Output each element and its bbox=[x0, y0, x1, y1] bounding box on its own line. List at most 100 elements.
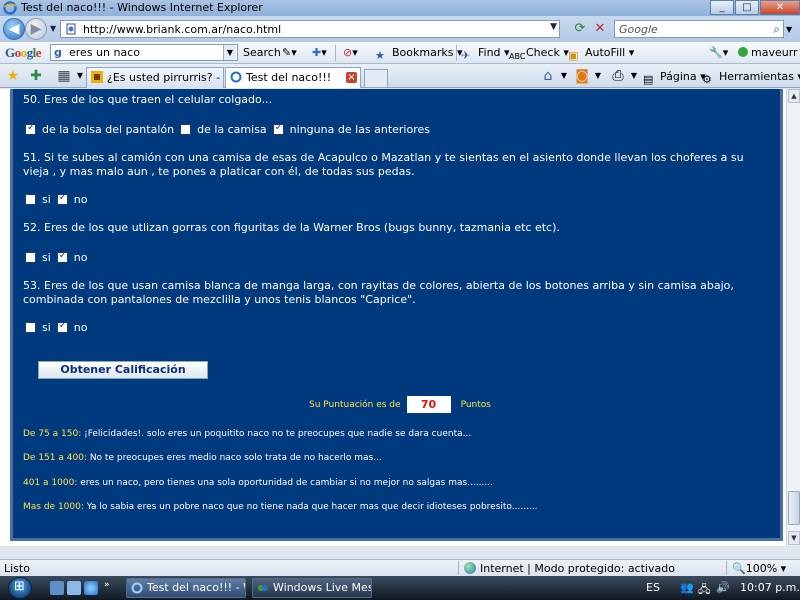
close-tab-icon[interactable]: × bbox=[346, 72, 357, 83]
q53-no-checkbox[interactable] bbox=[56, 320, 68, 333]
clock[interactable]: 10:07 p.m. bbox=[740, 581, 800, 594]
google-logo[interactable]: Google bbox=[5, 45, 42, 61]
search-icon[interactable]: ⌕ bbox=[773, 22, 780, 37]
back-arrow-icon: ◀ bbox=[8, 21, 20, 37]
q51-si-checkbox[interactable] bbox=[25, 194, 36, 205]
zoom-control[interactable]: 🔍100% ▾ bbox=[732, 562, 786, 575]
ie-quicklaunch-icon[interactable] bbox=[84, 581, 98, 595]
tools-menu[interactable]: ⚙Herramientas ▾ bbox=[702, 69, 800, 86]
close-window-button[interactable]: ✕ bbox=[760, 0, 800, 15]
language-indicator[interactable]: ES bbox=[646, 581, 660, 594]
find-icon: ✈ bbox=[461, 49, 471, 62]
address-bar-row: ◀ ▶ ▼ http://www.briank.com.ar/naco.html… bbox=[0, 16, 800, 42]
address-url: http://www.briank.com.ar/naco.html bbox=[83, 23, 282, 36]
volume-tray-icon[interactable]: 🔊 bbox=[716, 581, 730, 594]
show-desktop-icon[interactable] bbox=[50, 581, 64, 595]
feeds-dropdown-icon[interactable]: ▼ bbox=[590, 68, 606, 84]
stop-icon[interactable]: ✕ bbox=[592, 21, 608, 37]
question-50-options: de la bolsa del pantalón de la camisa ni… bbox=[25, 122, 436, 136]
q50-option-pantalon-checkbox[interactable] bbox=[25, 122, 36, 135]
q51-no-checkbox[interactable] bbox=[56, 192, 68, 205]
history-dropdown-icon[interactable]: ▼ bbox=[50, 24, 56, 33]
search-placeholder: Google bbox=[619, 23, 658, 36]
new-tab-button[interactable] bbox=[364, 69, 388, 87]
back-button[interactable]: ◀ bbox=[3, 18, 25, 40]
account-button[interactable]: maveurr ▾ bbox=[738, 45, 800, 61]
vertical-scrollbar[interactable]: ▲ ▼ bbox=[786, 89, 800, 546]
q53-si-checkbox[interactable] bbox=[25, 322, 36, 333]
spellcheck-button[interactable]: ABCCheck ▾ bbox=[509, 45, 569, 61]
switch-windows-icon[interactable] bbox=[67, 581, 81, 595]
minimize-button[interactable]: _ bbox=[710, 0, 734, 15]
ie-task-icon bbox=[131, 582, 143, 594]
page-viewport: 50. Eres de los que traen el celular col… bbox=[0, 89, 786, 546]
print-icon[interactable]: ⎙ bbox=[610, 68, 626, 84]
q50-option-camisa-checkbox[interactable] bbox=[180, 124, 192, 135]
question-51-options: si no bbox=[25, 192, 94, 206]
address-dropdown-icon[interactable]: ▼ bbox=[550, 22, 557, 32]
google-search-dropdown-icon[interactable]: ▼ bbox=[223, 45, 236, 60]
bookmarks-button[interactable]: ★ Bookmarks ▾ bbox=[375, 45, 463, 62]
page-menu[interactable]: ▤ Página ▾ bbox=[643, 69, 706, 86]
zoom-magnifier-icon: 🔍 bbox=[732, 562, 746, 575]
home-dropdown-icon[interactable]: ▼ bbox=[556, 68, 572, 84]
q52-no-checkbox[interactable] bbox=[56, 250, 68, 263]
google-search-input[interactable]: g eres un naco ▼ bbox=[50, 44, 238, 61]
score-suffix: Puntos bbox=[460, 399, 491, 410]
forward-button[interactable]: ▶ bbox=[25, 18, 47, 40]
news-icon[interactable]: ✎▾ bbox=[282, 45, 297, 61]
scroll-down-arrow-icon[interactable]: ▼ bbox=[788, 531, 800, 545]
question-52: 52. Eres de los que utlizan gorras con f… bbox=[23, 221, 560, 234]
status-bar: Listo Internet | Modo protegido: activad… bbox=[0, 559, 800, 576]
page-icon bbox=[66, 23, 76, 35]
google-search-button[interactable]: Search bbox=[243, 45, 281, 61]
search-dropdown-icon[interactable]: ▼ bbox=[786, 25, 792, 34]
tab-test-del-naco[interactable]: Test del naco!!! × bbox=[225, 67, 361, 88]
favorites-star-icon[interactable]: ★ bbox=[5, 68, 21, 84]
google-toolbar: Google g eres un naco ▼ Search ✎▾ ✚▾ ⊘▾ … bbox=[0, 42, 800, 64]
range-151-400: De 151 a 400: No te preocupes eres medio… bbox=[23, 453, 382, 463]
range-401-1000: 401 a 1000: eres un naco, pero tienes un… bbox=[23, 478, 493, 488]
scroll-up-arrow-icon[interactable]: ▲ bbox=[788, 89, 800, 103]
settings-wrench-icon[interactable]: 🔧▾ bbox=[709, 45, 728, 61]
rss-feeds-icon[interactable]: ◙ bbox=[574, 68, 590, 84]
question-51: 51. Si te subes al camión con una camisa… bbox=[23, 151, 744, 178]
range-75-150: De 75 a 150: ¡Felicidades!. solo eres un… bbox=[23, 429, 472, 439]
score-value: 70 bbox=[406, 396, 451, 413]
question-50: 50. Eres de los que traen el celular col… bbox=[23, 93, 273, 106]
taskbar-messenger-window[interactable]: Windows Live Mess... bbox=[252, 578, 372, 598]
title-bar: Test del naco!!! - Windows Internet Expl… bbox=[0, 0, 800, 16]
maximize-button[interactable]: □ bbox=[735, 0, 759, 15]
address-field[interactable]: http://www.briank.com.ar/naco.html ▼ bbox=[60, 20, 560, 38]
taskbar-ie-window[interactable]: Test del naco!!! - Wi... bbox=[126, 578, 246, 598]
question-53: 53. Eres de los que usan camisa blanca d… bbox=[23, 279, 734, 306]
print-dropdown-icon[interactable]: ▼ bbox=[626, 68, 642, 84]
range-mas-1000: Mas de 1000: Ya lo sabia eres un pobre n… bbox=[23, 502, 538, 512]
tab-pirrurris[interactable]: ¿Es usted pirrurris? - Foros ... bbox=[86, 67, 224, 88]
autofill-button[interactable]: ▣ AutoFill ▾ bbox=[568, 45, 634, 62]
window-title: Test del naco!!! - Windows Internet Expl… bbox=[21, 1, 263, 14]
network-tray-icon[interactable]: 🖧 bbox=[698, 581, 710, 600]
quick-tabs-icon[interactable]: ▦ bbox=[56, 68, 72, 84]
refresh-icon[interactable]: ⟳ bbox=[572, 21, 588, 37]
forward-arrow-icon: ▶ bbox=[30, 21, 42, 37]
scroll-thumb[interactable] bbox=[788, 491, 800, 525]
add-favorites-icon[interactable]: ✚ bbox=[28, 68, 44, 84]
quicklaunch-overflow-icon[interactable]: » bbox=[104, 580, 110, 590]
star-icon: ★ bbox=[375, 49, 385, 62]
autofill-icon: ▣ bbox=[568, 49, 579, 62]
q52-si-checkbox[interactable] bbox=[25, 252, 36, 263]
q50-option-ninguna-checkbox[interactable] bbox=[272, 122, 284, 135]
popup-blocker-icon[interactable]: ⊘▾ bbox=[343, 45, 358, 61]
score-line: Su Puntuación es de 70 Puntos bbox=[309, 396, 491, 413]
messenger-tray-icon[interactable]: 👥 bbox=[680, 581, 694, 594]
tab-row: ★ ✚ ▦ ▼ ¿Es usted pirrurris? - Foros ...… bbox=[0, 64, 800, 88]
home-icon[interactable]: ⌂ bbox=[540, 68, 556, 84]
ie-tab-icon bbox=[230, 71, 242, 83]
obtener-calificacion-button[interactable]: Obtener Calificación bbox=[38, 361, 208, 379]
page-menu-icon: ▤ bbox=[643, 73, 654, 86]
live-search-box[interactable]: Google ⌕ bbox=[614, 20, 784, 38]
find-button[interactable]: ✈ Find ▾ bbox=[461, 45, 510, 62]
add-button-icon[interactable]: ✚▾ bbox=[312, 45, 327, 61]
start-button[interactable] bbox=[8, 577, 32, 599]
